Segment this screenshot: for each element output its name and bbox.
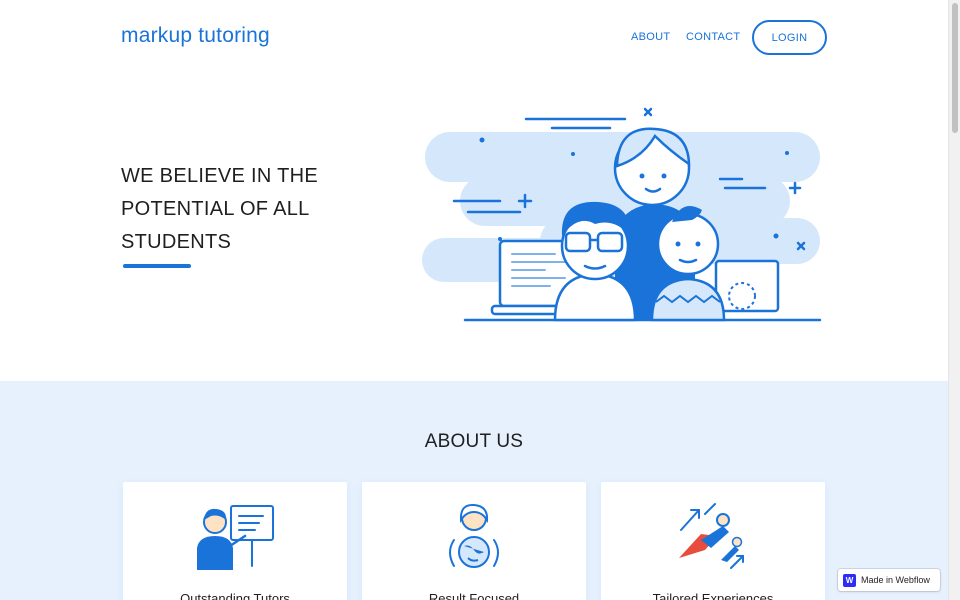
- students-illustration: [422, 107, 822, 322]
- about-section: ABOUT US Outstanding Tutors Result Focus…: [0, 381, 950, 600]
- made-in-webflow-badge[interactable]: W Made in Webflow: [838, 569, 940, 591]
- scrollbar-thumb[interactable]: [952, 3, 958, 133]
- site-header: markup tutoring ABOUT CONTACT LOGIN: [0, 0, 948, 76]
- hero-title: WE BELIEVE IN THE POTENTIAL OF ALL STUDE…: [121, 165, 319, 253]
- login-button[interactable]: LOGIN: [752, 20, 827, 55]
- card-label-tailored: Tailored Experiences: [652, 591, 774, 600]
- nav-contact-link[interactable]: CONTACT: [686, 31, 740, 43]
- hero-underline: [123, 264, 191, 268]
- about-title: ABOUT US: [424, 431, 524, 452]
- teacher-board-icon: [197, 505, 274, 570]
- feature-card-tailored: Tailored Experiences: [601, 482, 825, 600]
- feature-card-tutors: Outstanding Tutors: [123, 482, 347, 600]
- globe-person-icon: [449, 503, 499, 568]
- card-label-tutors: Outstanding Tutors: [180, 591, 290, 600]
- brand-logo[interactable]: markup tutoring: [121, 24, 270, 48]
- feature-card-results: Result Focused: [362, 482, 586, 600]
- page-scrollbar[interactable]: [948, 0, 960, 600]
- badge-text: Made in Webflow: [861, 575, 930, 585]
- card-label-results: Result Focused: [428, 591, 520, 600]
- superhero-rocket-icon: [679, 503, 744, 569]
- webflow-logo-icon: W: [843, 573, 856, 587]
- nav-about-link[interactable]: ABOUT: [631, 31, 670, 43]
